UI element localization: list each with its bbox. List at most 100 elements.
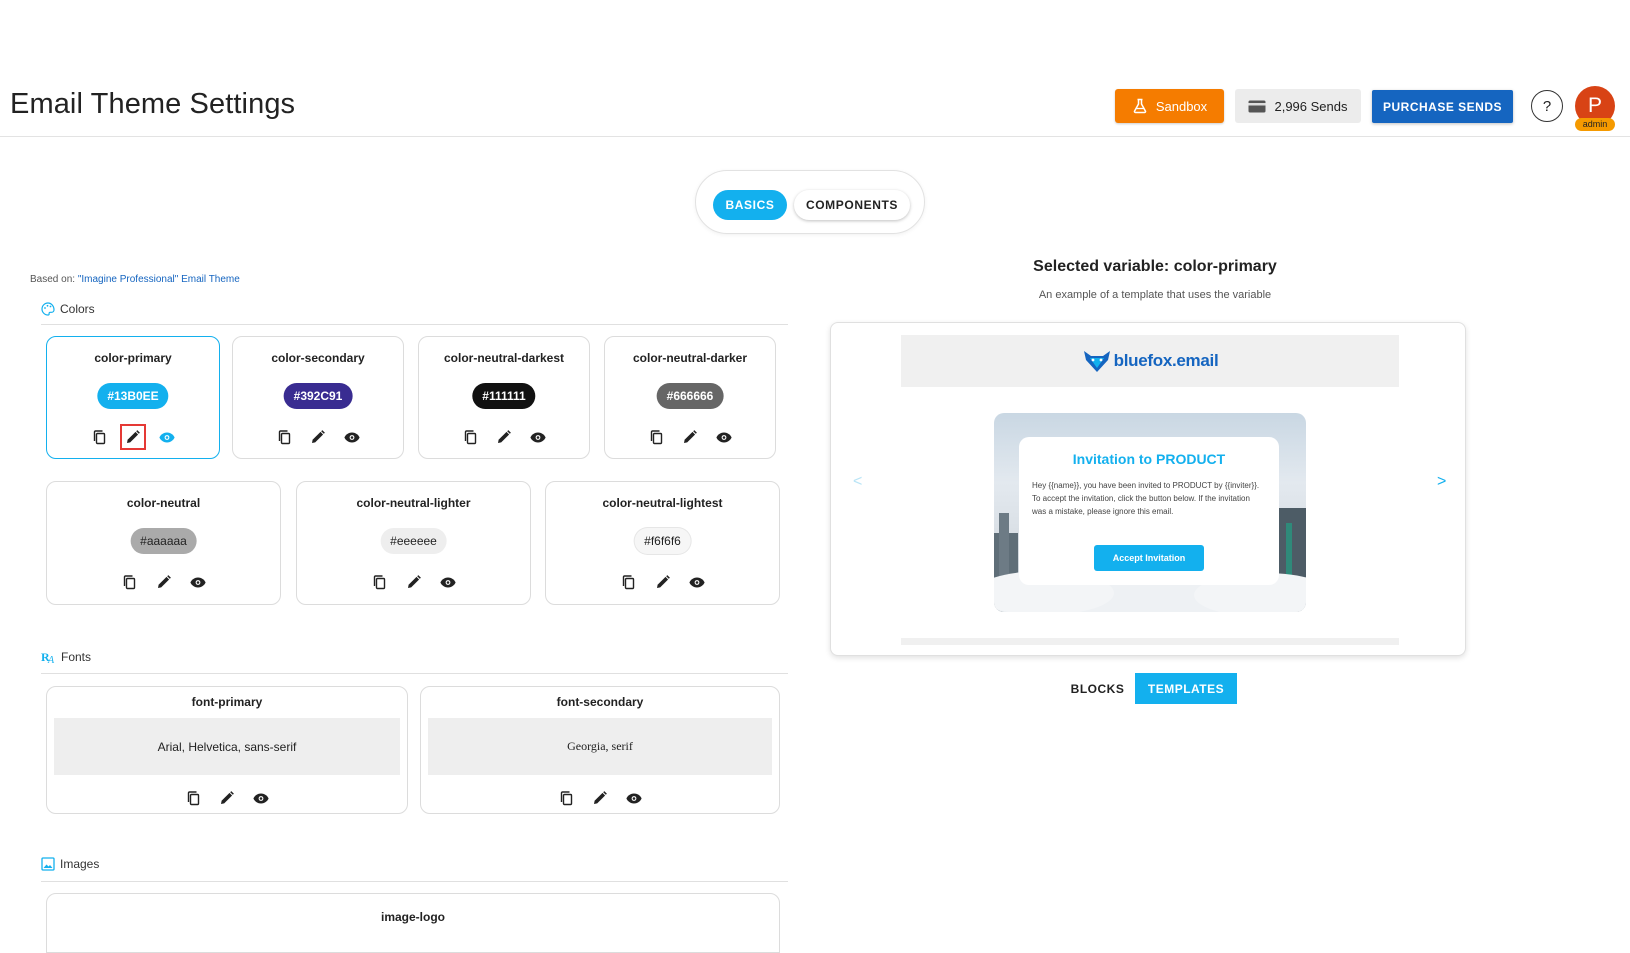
accept-invitation-button[interactable]: Accept Invitation <box>1094 545 1204 571</box>
eye-icon[interactable] <box>158 428 176 446</box>
font-sample: Georgia, serif <box>428 718 772 775</box>
color-var-name: color-primary <box>94 351 172 365</box>
eye-icon[interactable] <box>715 428 733 446</box>
credit-card-icon <box>1248 100 1266 113</box>
selected-variable-subtitle: An example of a template that uses the v… <box>1038 289 1272 301</box>
tab-basics[interactable]: BASICS <box>713 190 787 220</box>
selected-variable-title: Selected variable: color-primary <box>1033 258 1277 275</box>
fonts-section-label: Fonts <box>61 650 92 664</box>
copy-icon[interactable] <box>184 789 202 807</box>
font-icon: RA <box>41 650 56 664</box>
page-title: Email Theme Settings <box>10 88 296 120</box>
colors-section-label: Colors <box>60 302 95 316</box>
eye-icon[interactable] <box>343 428 361 446</box>
font-card-secondary[interactable]: font-secondary Georgia, serif <box>420 686 780 814</box>
image-icon <box>41 857 55 871</box>
copy-icon[interactable] <box>461 428 479 446</box>
image-var-name: image-logo <box>380 910 445 924</box>
template-preview-card: < > bluefox.email Invitation to PRODUCT … <box>830 322 1466 656</box>
email-invitation-title: Invitation to PRODUCT <box>1072 451 1226 467</box>
svg-text:A: A <box>47 655 55 664</box>
pencil-icon[interactable] <box>405 573 423 591</box>
tab-components[interactable]: COMPONENTS <box>794 190 910 220</box>
based-on-prefix: Based on: <box>30 274 76 285</box>
pencil-icon[interactable] <box>155 573 173 591</box>
sends-counter: 2,996 Sends <box>1235 89 1361 123</box>
color-card-neutral-darker[interactable]: color-neutral-darker #666666 <box>604 336 776 459</box>
copy-icon[interactable] <box>371 573 389 591</box>
color-value-chip: #aaaaaa <box>130 528 197 554</box>
color-var-name: color-neutral-darkest <box>443 351 565 365</box>
copy-icon[interactable] <box>90 428 108 446</box>
color-card-secondary[interactable]: color-secondary #392C91 <box>232 336 404 459</box>
eye-icon[interactable] <box>189 573 207 591</box>
email-invitation-modal: Invitation to PRODUCT Hey {{name}}, you … <box>1019 437 1279 585</box>
based-on-theme-link[interactable]: "Imagine Professional" Email Theme <box>78 274 240 285</box>
sends-label: 2,996 Sends <box>1274 98 1348 114</box>
pencil-icon[interactable] <box>681 428 699 446</box>
color-card-neutral[interactable]: color-neutral #aaaaaa <box>46 481 281 605</box>
color-card-neutral-darkest[interactable]: color-neutral-darkest #111111 <box>418 336 590 459</box>
color-value-chip: #eeeeee <box>380 528 447 554</box>
images-section-divider <box>41 881 788 882</box>
font-var-name: font-secondary <box>556 695 644 709</box>
email-header: bluefox.email <box>901 335 1399 387</box>
color-var-name: color-secondary <box>271 351 365 365</box>
pencil-icon[interactable] <box>120 424 146 450</box>
color-var-name: color-neutral-lightest <box>602 496 723 510</box>
color-value-chip: #f6f6f6 <box>634 528 691 554</box>
sandbox-button[interactable]: Sandbox <box>1115 89 1224 123</box>
pencil-icon[interactable] <box>309 428 327 446</box>
color-value-chip: #13B0EE <box>97 383 169 409</box>
preview-mode-toggle: BLOCKS TEMPLATES <box>1060 673 1237 704</box>
fonts-section-divider <box>41 673 788 674</box>
font-var-name: font-primary <box>191 695 263 709</box>
color-var-name: color-neutral-lighter <box>356 496 471 510</box>
font-sample: Arial, Helvetica, sans-serif <box>54 718 400 775</box>
color-var-name: color-neutral <box>126 496 201 510</box>
carousel-next-button[interactable]: > <box>1437 473 1446 491</box>
eye-icon[interactable] <box>252 789 270 807</box>
flask-icon <box>1132 98 1148 114</box>
toggle-templates[interactable]: TEMPLATES <box>1135 673 1237 704</box>
avatar-initial: P <box>1587 94 1602 117</box>
tab-group: BASICS COMPONENTS <box>695 170 925 234</box>
eye-icon[interactable] <box>439 573 457 591</box>
copy-icon[interactable] <box>620 573 638 591</box>
carousel-prev-button[interactable]: < <box>853 473 862 491</box>
email-footer <box>901 638 1399 645</box>
colors-section-divider <box>41 324 788 325</box>
fonts-section-heading: RA Fonts <box>41 650 91 664</box>
eye-icon[interactable] <box>529 428 547 446</box>
color-value-chip: #111111 <box>472 383 536 409</box>
color-card-neutral-lightest[interactable]: color-neutral-lightest #f6f6f6 <box>545 481 780 605</box>
pencil-icon[interactable] <box>495 428 513 446</box>
color-var-name: color-neutral-darker <box>632 351 748 365</box>
sandbox-label: Sandbox <box>1155 98 1208 114</box>
font-card-primary[interactable]: font-primary Arial, Helvetica, sans-seri… <box>46 686 408 814</box>
email-logo-text: bluefox.email <box>1113 351 1219 370</box>
color-value-chip: #666666 <box>656 383 724 409</box>
images-section-heading: Images <box>41 857 99 871</box>
copy-icon[interactable] <box>121 573 139 591</box>
toggle-blocks[interactable]: BLOCKS <box>1060 673 1135 704</box>
pencil-icon[interactable] <box>591 789 609 807</box>
pencil-icon[interactable] <box>654 573 672 591</box>
image-card-logo[interactable]: image-logo <box>46 893 780 953</box>
copy-icon[interactable] <box>275 428 293 446</box>
fox-logo-icon <box>1082 349 1112 373</box>
color-card-neutral-lighter[interactable]: color-neutral-lighter #eeeeee <box>296 481 531 605</box>
eye-icon[interactable] <box>625 789 643 807</box>
pencil-icon[interactable] <box>218 789 236 807</box>
copy-icon[interactable] <box>647 428 665 446</box>
color-card-primary[interactable]: color-primary #13B0EE <box>46 336 220 459</box>
email-hero-image: Invitation to PRODUCT Hey {{name}}, you … <box>994 413 1306 612</box>
help-icon: ? <box>1542 97 1552 115</box>
colors-section-heading: Colors <box>41 302 95 316</box>
eye-icon[interactable] <box>688 573 706 591</box>
images-section-label: Images <box>60 857 100 871</box>
color-value-chip: #392C91 <box>283 383 353 409</box>
copy-icon[interactable] <box>557 789 575 807</box>
purchase-sends-button[interactable]: PURCHASE SENDS <box>1372 90 1513 123</box>
help-button[interactable]: ? <box>1531 90 1563 122</box>
